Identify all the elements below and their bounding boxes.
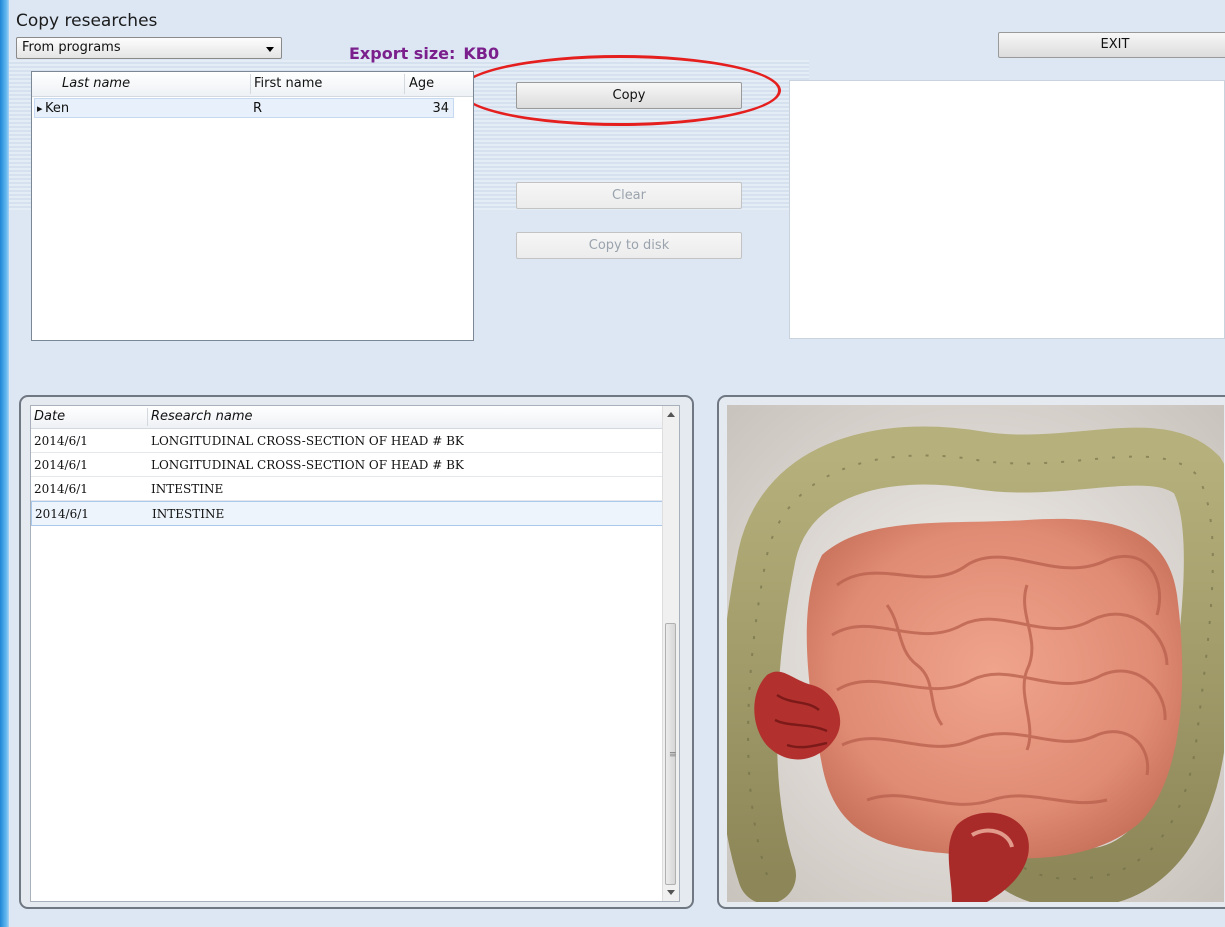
table-row[interactable]: 2014/6/1 INTESTINE	[31, 477, 663, 501]
scroll-down-icon[interactable]	[667, 890, 675, 895]
window-edge	[0, 0, 9, 927]
column-header-age[interactable]: Age	[409, 76, 434, 91]
column-header-last-name[interactable]: Last name	[62, 76, 130, 91]
intestine-image	[727, 405, 1224, 902]
column-header-date[interactable]: Date	[34, 409, 65, 424]
researches-table[interactable]: Date Research name 2014/6/1 LONGITUDINAL…	[30, 405, 680, 902]
research-date: 2014/6/1	[34, 482, 88, 496]
clear-button[interactable]: Clear	[516, 182, 742, 209]
source-select-value: From programs	[22, 40, 121, 55]
chevron-down-icon[interactable]	[266, 47, 274, 52]
research-name: INTESTINE	[152, 507, 225, 521]
scroll-thumb[interactable]: ≡	[665, 623, 677, 885]
row-indicator-icon: ▸	[37, 102, 43, 115]
column-divider[interactable]	[147, 408, 148, 426]
table-row[interactable]: 2014/6/1 LONGITUDINAL CROSS-SECTION OF H…	[31, 429, 663, 453]
export-size-value: KB0	[463, 44, 500, 63]
research-name: LONGITUDINAL CROSS-SECTION OF HEAD # BK	[151, 458, 464, 472]
column-header-first-name[interactable]: First name	[254, 76, 322, 91]
research-name: INTESTINE	[151, 482, 224, 496]
column-divider[interactable]	[250, 74, 251, 94]
patient-age: 34	[432, 101, 449, 116]
source-select[interactable]: From programs	[16, 37, 282, 59]
research-date: 2014/6/1	[35, 507, 89, 521]
table-row-selected[interactable]: 2014/6/1 INTESTINE	[31, 501, 663, 526]
patients-header: Last name First name Age	[32, 72, 473, 97]
patient-row[interactable]: ▸ Ken R 34	[34, 98, 454, 118]
patient-last-name: Ken	[45, 101, 70, 116]
patients-table[interactable]: Last name First name Age ▸ Ken R 34	[31, 71, 474, 341]
scroll-grip-icon: ≡	[669, 750, 677, 760]
info-panel	[789, 80, 1225, 339]
vertical-scrollbar[interactable]: ≡	[662, 406, 679, 901]
exit-button[interactable]: EXIT	[998, 32, 1225, 58]
research-date: 2014/6/1	[34, 434, 88, 448]
export-size: Export size: KB0	[349, 44, 499, 63]
export-size-label: Export size:	[349, 44, 456, 63]
patient-first-name: R	[253, 101, 263, 116]
window-title: Copy researches	[16, 11, 158, 31]
research-name: LONGITUDINAL CROSS-SECTION OF HEAD # BK	[151, 434, 464, 448]
scroll-up-icon[interactable]	[667, 412, 675, 417]
copy-to-disk-button[interactable]: Copy to disk	[516, 232, 742, 259]
copy-highlight-ring	[459, 55, 781, 126]
column-divider[interactable]	[404, 74, 405, 94]
column-header-research-name[interactable]: Research name	[151, 409, 253, 424]
research-date: 2014/6/1	[34, 458, 88, 472]
intestine-illustration	[727, 426, 1224, 902]
table-row[interactable]: 2014/6/1 LONGITUDINAL CROSS-SECTION OF H…	[31, 453, 663, 477]
researches-header: Date Research name	[31, 406, 679, 429]
